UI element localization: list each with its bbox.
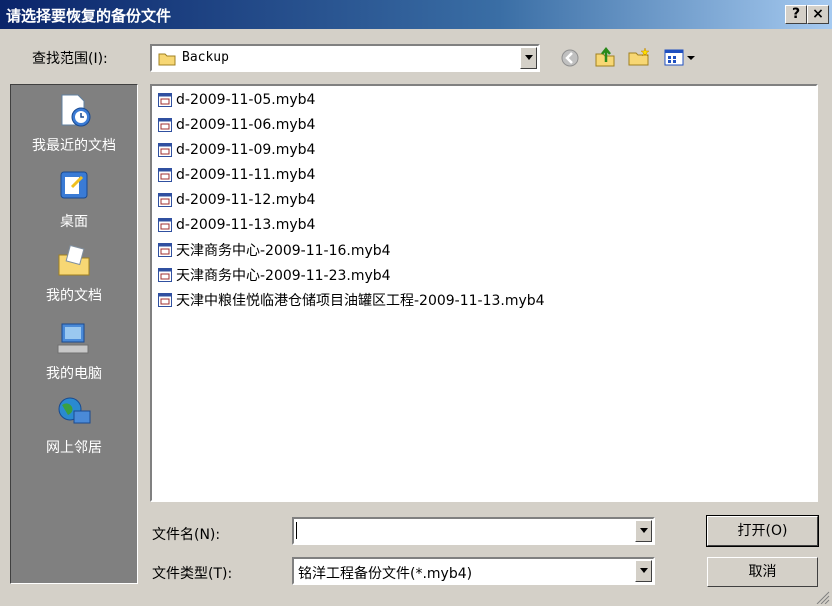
file-item[interactable]: d-2009-11-09.myb4 <box>158 140 315 160</box>
places-bar: 我最近的文档 桌面 我的文档 我的电脑 网上邻居 <box>10 84 138 584</box>
file-name: d-2009-11-13.myb4 <box>176 217 316 233</box>
file-name: 天津商务中心-2009-11-23.myb4 <box>176 268 391 284</box>
file-item[interactable]: d-2009-11-12.myb4 <box>158 190 315 210</box>
file-item[interactable]: d-2009-11-13.myb4 <box>158 215 315 235</box>
file-item[interactable]: 天津中粮佳悦临港仓储项目油罐区工程-2009-11-13.myb4 <box>158 290 545 310</box>
file-icon <box>158 168 172 182</box>
place-label: 我最近的文档 <box>32 138 116 154</box>
file-item[interactable]: d-2009-11-06.myb4 <box>158 115 315 135</box>
place-recent-documents[interactable]: 我最近的文档 <box>11 93 137 155</box>
file-icon <box>158 193 172 207</box>
place-my-computer[interactable]: 我的电脑 <box>11 321 137 383</box>
place-label: 桌面 <box>60 214 88 230</box>
place-label: 我的电脑 <box>46 366 102 382</box>
file-name: d-2009-11-11.myb4 <box>176 167 316 183</box>
help-button[interactable]: ? <box>785 5 807 24</box>
new-folder-icon[interactable] <box>628 47 650 67</box>
filetype-dropdown[interactable]: 铭洋工程备份文件(*.myb4) <box>292 557 655 585</box>
title-bar: 请选择要恢复的备份文件 ? × <box>0 0 832 29</box>
desktop-icon <box>60 171 88 199</box>
file-name: d-2009-11-12.myb4 <box>176 192 316 208</box>
file-icon <box>158 118 172 132</box>
my-computer-icon <box>57 323 89 354</box>
lookin-dropdown-arrow[interactable] <box>520 47 537 69</box>
filetype-dropdown-arrow[interactable] <box>635 560 652 582</box>
lookin-value: Backup <box>182 50 229 65</box>
place-desktop[interactable]: 桌面 <box>11 169 137 231</box>
place-label: 网上邻居 <box>46 440 102 456</box>
cancel-button[interactable]: 取消 <box>707 557 818 587</box>
file-item[interactable]: 天津商务中心-2009-11-23.myb4 <box>158 265 391 285</box>
close-button[interactable]: × <box>807 5 829 24</box>
lookin-label: 查找范围(I): <box>32 51 108 67</box>
file-name: d-2009-11-06.myb4 <box>176 117 316 133</box>
my-documents-icon <box>58 244 90 276</box>
filename-input[interactable] <box>292 517 655 545</box>
filetype-value: 铭洋工程备份文件(*.myb4) <box>298 566 473 582</box>
resize-grip-icon[interactable] <box>815 590 830 604</box>
file-name: d-2009-11-09.myb4 <box>176 142 316 158</box>
network-places-icon <box>58 397 91 424</box>
views-menu-icon[interactable] <box>664 49 700 67</box>
place-label: 我的文档 <box>46 288 102 304</box>
file-icon <box>158 143 172 157</box>
file-item[interactable]: 天津商务中心-2009-11-16.myb4 <box>158 240 391 260</box>
file-list[interactable]: d-2009-11-05.myb4 d-2009-11-06.myb4 d-20… <box>150 84 818 502</box>
place-network-places[interactable]: 网上邻居 <box>11 395 137 457</box>
window-title: 请选择要恢复的备份文件 <box>6 7 172 25</box>
filename-label: 文件名(N): <box>152 527 221 543</box>
file-item[interactable]: d-2009-11-05.myb4 <box>158 90 315 110</box>
file-icon <box>158 293 172 307</box>
file-icon <box>158 93 172 107</box>
file-icon <box>158 218 172 232</box>
file-icon <box>158 268 172 282</box>
back-icon[interactable] <box>560 48 580 68</box>
file-item[interactable]: d-2009-11-11.myb4 <box>158 165 315 185</box>
file-name: 天津商务中心-2009-11-16.myb4 <box>176 243 391 259</box>
filename-dropdown-arrow[interactable] <box>635 520 652 542</box>
filetype-label: 文件类型(T): <box>152 566 233 582</box>
text-cursor <box>296 522 297 539</box>
open-button[interactable]: 打开(O) <box>706 515 819 547</box>
file-name: d-2009-11-05.myb4 <box>176 92 316 108</box>
up-folder-icon[interactable] <box>594 46 616 68</box>
lookin-dropdown[interactable]: Backup <box>150 44 540 72</box>
recent-documents-icon <box>61 94 91 127</box>
folder-icon <box>158 53 176 66</box>
file-name: 天津中粮佳悦临港仓储项目油罐区工程-2009-11-13.myb4 <box>176 293 545 309</box>
place-my-documents[interactable]: 我的文档 <box>11 243 137 305</box>
file-icon <box>158 243 172 257</box>
